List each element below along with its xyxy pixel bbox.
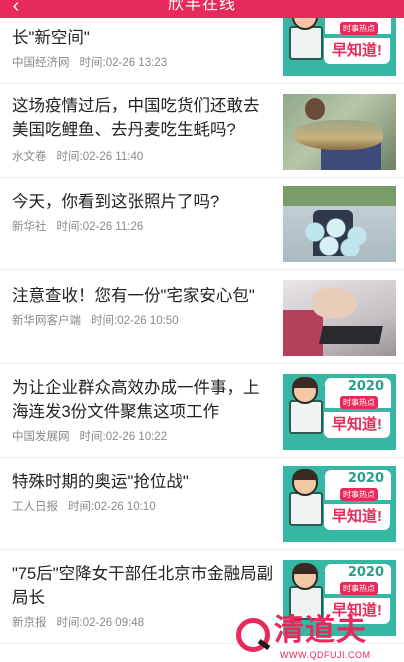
news-thumbnail[interactable] — [283, 186, 396, 262]
news-item[interactable]: 为让企业群众高效办成一件事，上海连发3份文件聚焦这项工作 中国发展网 时间:02-… — [0, 364, 404, 458]
news-source: 工人日报 — [12, 501, 58, 513]
time-label: 时间: — [68, 501, 95, 513]
news-headline: "75后"空降女干部任北京市金融局副局长 — [12, 565, 274, 607]
tree-photo — [283, 186, 396, 206]
promo-headline: 早知道! — [324, 412, 390, 438]
promo-year: 2020 — [347, 565, 384, 580]
time-label: 时间: — [79, 431, 106, 443]
news-time: 02-26 11:26 — [82, 221, 144, 233]
news-source: 新华网客户端 — [12, 315, 81, 327]
keyboard-photo — [319, 326, 383, 344]
news-item[interactable]: 这场疫情过后，中国吃货们还敢去美国吃鲤鱼、去丹麦吃生蚝吗? 水文卷 时间:02-2… — [0, 84, 404, 178]
watermark-logo: 清道夫 WWW.QDFUJI.COM — [236, 612, 404, 662]
promo-subtitle: 时事热点 — [340, 582, 378, 595]
news-source: 中国发展网 — [12, 431, 70, 443]
promo-headline: 早知道! — [324, 38, 390, 64]
news-item[interactable]: 注意查收！您有一份"宅家安心包" 新华网客户端 时间:02-26 10:50 — [0, 270, 404, 364]
cartoon-hair-icon — [292, 563, 318, 574]
news-item[interactable]: 今天，你看到这张照片了吗? 新华社 时间:02-26 11:26 — [0, 178, 404, 270]
promo-subtitle: 时事热点 — [340, 22, 378, 35]
news-thumbnail[interactable]: ✦ ✦ 2020 时事热点 早知道! — [283, 466, 396, 542]
watermark-brand: 清道夫 — [274, 614, 367, 647]
news-source: 新京报 — [12, 617, 47, 629]
tv-icon — [289, 26, 323, 60]
news-meta: 水文卷 时间:02-26 11:40 — [12, 150, 143, 164]
news-thumbnail[interactable]: ✦ ✦ 2020 时事热点 早知道! — [283, 374, 396, 450]
news-time: 02-26 10:10 — [94, 501, 156, 513]
promo-subtitle: 时事热点 — [340, 488, 378, 501]
news-meta: 工人日报 时间:02-26 10:10 — [12, 500, 156, 514]
cartoon-hair-icon — [292, 469, 318, 480]
news-headline: 长"新空间" — [12, 29, 90, 47]
news-meta: 新华网客户端 时间:02-26 10:50 — [12, 314, 179, 328]
promo-year: 2020 — [347, 471, 384, 486]
news-time: 02-26 09:48 — [82, 617, 145, 629]
news-thumbnail[interactable] — [283, 94, 396, 170]
masks-photo — [301, 216, 371, 256]
news-item[interactable]: 特殊时期的奥运"抢位战" 工人日报时间:02-26 10:10 ✦ ✦ 2020… — [0, 458, 404, 550]
news-meta: 中国发展网 时间:02-26 10:22 — [12, 430, 167, 444]
time-label: 时间: — [91, 315, 118, 327]
news-headline: 今天，你看到这张照片了吗? — [12, 193, 220, 211]
time-label: 时间: — [56, 151, 83, 163]
news-time: 02-26 10:22 — [105, 431, 168, 443]
fish-photo — [293, 120, 383, 150]
news-headline: 特殊时期的奥运"抢位战" — [12, 473, 189, 491]
app-header: ‹ 欣丰在线 — [0, 0, 404, 18]
news-source: 水文卷 — [12, 151, 47, 163]
time-label: 时间: — [56, 617, 83, 629]
news-headline: 注意查收！您有一份"宅家安心包" — [12, 287, 255, 305]
news-headline: 这场疫情过后，中国吃货们还敢去美国吃鲤鱼、去丹麦吃生蚝吗? — [12, 97, 260, 139]
person-photo — [305, 98, 325, 120]
news-source: 中国经济网 — [12, 57, 70, 69]
tv-icon — [289, 400, 323, 434]
news-time: 02-26 13:23 — [105, 57, 168, 69]
promo-subtitle: 时事热点 — [340, 396, 378, 409]
hand-photo — [313, 288, 357, 318]
promo-headline: 早知道! — [324, 504, 390, 530]
news-headline: 为让企业群众高效办成一件事，上海连发3份文件聚焦这项工作 — [12, 379, 260, 421]
sleeve-photo — [283, 310, 323, 356]
news-time: 02-26 11:40 — [82, 151, 144, 163]
news-meta: 新京报 时间:02-26 09:48 — [12, 616, 144, 630]
page-title: 欣丰在线 — [167, 0, 236, 13]
tv-icon — [289, 492, 323, 526]
time-label: 时间: — [56, 221, 83, 233]
news-meta: 中国经济网 时间:02-26 13:23 — [12, 56, 167, 70]
watermark-url: WWW.QDFUJI.COM — [280, 650, 371, 660]
news-time: 02-26 10:50 — [117, 315, 179, 327]
time-label: 时间: — [79, 57, 106, 69]
promo-year: 2020 — [347, 379, 384, 394]
cartoon-hair-icon — [292, 377, 318, 388]
news-thumbnail[interactable] — [283, 280, 396, 356]
news-source: 新华社 — [12, 221, 47, 233]
news-meta: 新华社 时间:02-26 11:26 — [12, 220, 143, 234]
